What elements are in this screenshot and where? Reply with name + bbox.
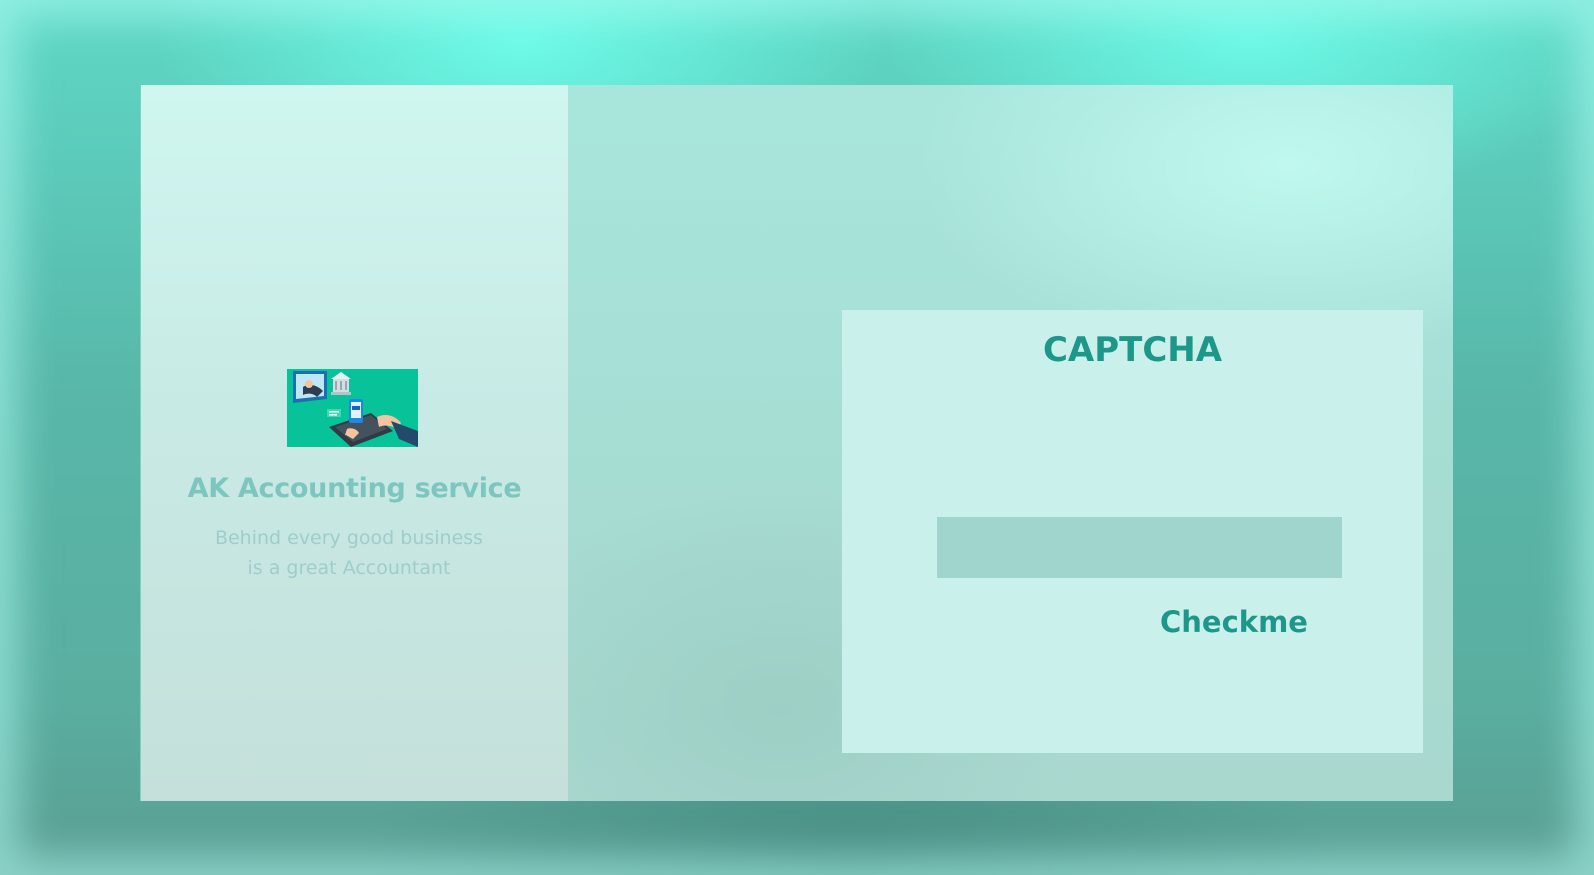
captcha-title: CAPTCHA bbox=[1042, 330, 1223, 370]
captcha-input[interactable] bbox=[937, 517, 1342, 578]
tagline-line-2: is a great Accountant bbox=[247, 557, 451, 579]
brand-tagline: Behind every good business is a great Ac… bbox=[199, 523, 499, 583]
captcha-panel: CAPTCHA Checkme bbox=[842, 310, 1423, 753]
checkme-button[interactable]: Checkme bbox=[1160, 602, 1325, 642]
brand-name: AK Accounting service bbox=[187, 473, 522, 504]
tagline-line-1: Behind every good business bbox=[214, 527, 484, 549]
online-banking-illustration-icon bbox=[287, 369, 418, 447]
brand-panel: AK Accounting service Behind every good … bbox=[140, 85, 568, 801]
main-card: AK Accounting service Behind every good … bbox=[140, 85, 1453, 801]
